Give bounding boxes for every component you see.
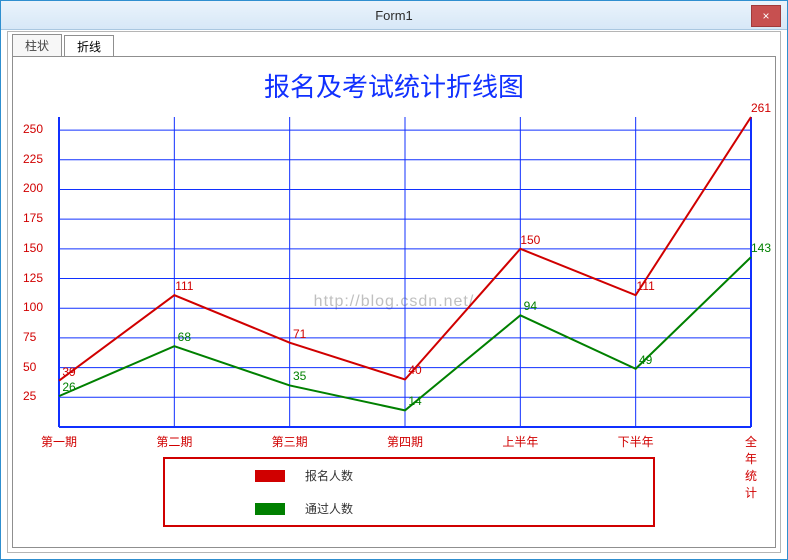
titlebar: Form1 × (1, 1, 787, 30)
y-tick-label: 150 (23, 241, 53, 255)
x-category-label: 下半年 (618, 433, 654, 450)
chart-panel: 报名及考试统计折线图 http://blog.csdn.net/ 2550751… (12, 56, 776, 548)
tab-strip: 柱状 折线 (8, 32, 780, 56)
plot-area: 255075100125150175200225250第一期第二期第三期第四期上… (59, 117, 751, 427)
legend-box: 报名人数 通过人数 (163, 457, 655, 527)
legend-label-0: 报名人数 (305, 467, 353, 484)
data-point-label: 111 (175, 279, 193, 293)
tab-line-chart[interactable]: 折线 (64, 35, 114, 57)
y-tick-label: 250 (23, 122, 53, 136)
y-tick-label: 125 (23, 271, 53, 285)
y-tick-label: 200 (23, 181, 53, 195)
app-window: Form1 × 柱状 折线 报名及考试统计折线图 http://blog.csd… (0, 0, 788, 560)
data-point-label: 68 (178, 330, 191, 344)
x-category-label: 第三期 (272, 433, 308, 450)
data-point-label: 14 (408, 394, 421, 408)
data-point-label: 94 (524, 299, 537, 313)
y-tick-label: 75 (23, 330, 53, 344)
y-tick-label: 100 (23, 300, 53, 314)
x-category-label: 第四期 (387, 433, 423, 450)
tab-bar-chart[interactable]: 柱状 (12, 34, 62, 56)
data-point-label: 71 (293, 327, 306, 341)
legend-label-1: 通过人数 (305, 500, 353, 517)
chart-title: 报名及考试统计折线图 (13, 67, 775, 104)
x-category-label: 全年统计 (745, 433, 757, 501)
legend-swatch-1 (255, 503, 285, 515)
x-category-label: 第一期 (41, 433, 77, 450)
x-category-label: 第二期 (156, 433, 192, 450)
data-point-label: 26 (62, 380, 75, 394)
data-point-label: 40 (408, 363, 421, 377)
data-point-label: 49 (639, 353, 652, 367)
data-point-label: 111 (637, 279, 655, 293)
chart-svg (59, 117, 751, 427)
y-tick-label: 50 (23, 360, 53, 374)
client-area: 柱状 折线 报名及考试统计折线图 http://blog.csdn.net/ 2… (7, 31, 781, 553)
data-point-label: 143 (751, 241, 771, 255)
legend-row-0: 报名人数 (165, 459, 653, 492)
data-point-label: 150 (520, 233, 540, 247)
y-tick-label: 25 (23, 389, 53, 403)
window-title: Form1 (375, 8, 413, 23)
legend-row-1: 通过人数 (165, 492, 653, 525)
legend-swatch-0 (255, 470, 285, 482)
y-tick-label: 175 (23, 211, 53, 225)
data-point-label: 35 (293, 369, 306, 383)
x-category-label: 上半年 (502, 433, 538, 450)
y-tick-label: 225 (23, 152, 53, 166)
close-button[interactable]: × (751, 5, 781, 27)
data-point-label: 39 (62, 365, 75, 379)
data-point-label: 261 (751, 101, 771, 115)
